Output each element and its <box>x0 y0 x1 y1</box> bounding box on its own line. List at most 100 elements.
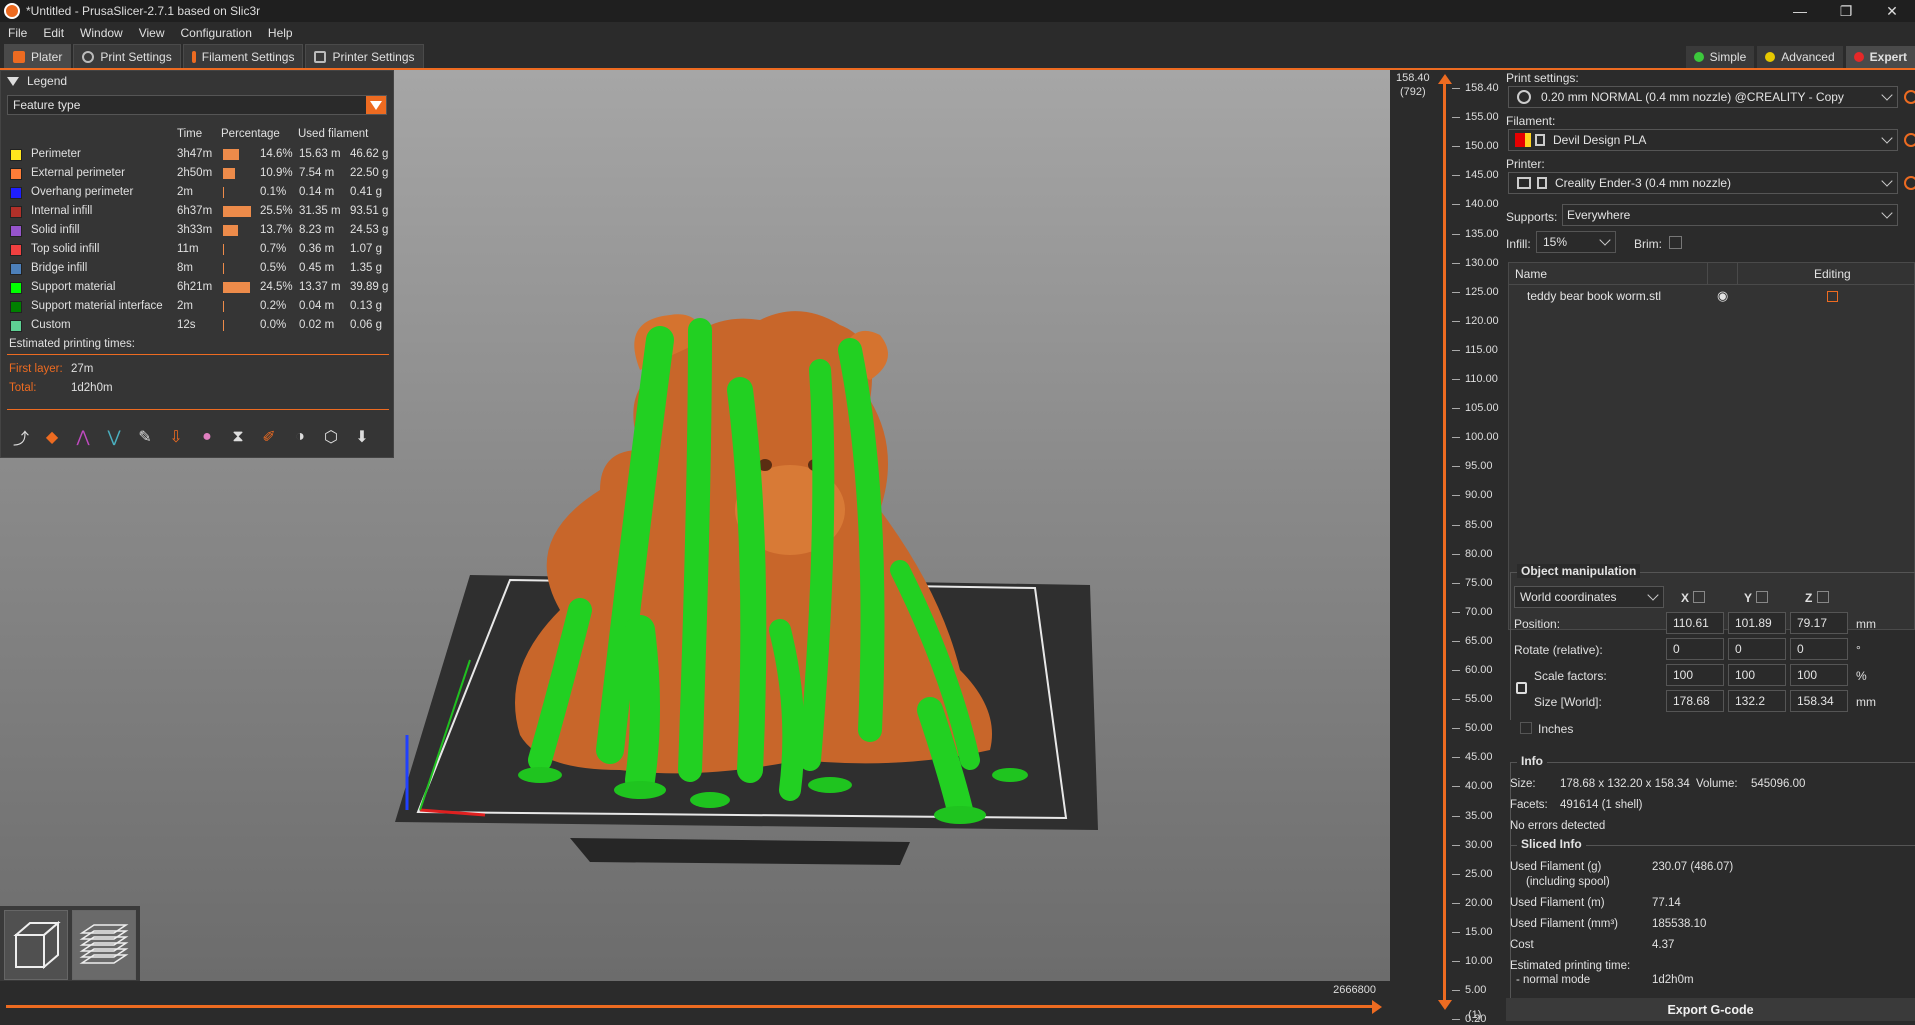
feature-length: 13.37 m <box>299 281 341 293</box>
mode-advanced[interactable]: Advanced <box>1757 46 1843 68</box>
lower-thumb[interactable] <box>1438 1000 1452 1010</box>
upper-thumb[interactable] <box>1438 74 1452 84</box>
rotate-x-input[interactable]: 0 <box>1666 638 1724 660</box>
preview-button[interactable] <box>72 910 136 980</box>
shells-icon[interactable]: ⬡ <box>319 425 343 449</box>
feature-name: Internal infill <box>31 205 93 217</box>
layer-tick-mark <box>1452 553 1460 555</box>
rotate-y-input[interactable]: 0 <box>1728 638 1786 660</box>
supports-combo[interactable]: Everywhere <box>1562 204 1898 226</box>
filament-combo[interactable]: Devil Design PLA <box>1508 129 1898 151</box>
printer-icon <box>314 50 327 63</box>
minimize-icon[interactable]: — <box>1777 0 1823 22</box>
horizontal-slider-thumb[interactable] <box>1372 1000 1382 1014</box>
drop-to-bed-x-icon[interactable] <box>1693 591 1705 603</box>
layer-tick-label: 100.00 <box>1465 431 1499 444</box>
feature-weight: 39.89 g <box>350 281 389 293</box>
size-y-input[interactable]: 132.2 <box>1728 690 1786 712</box>
seams-icon[interactable]: ✎ <box>133 425 157 449</box>
scale-lock-icon[interactable] <box>1516 682 1527 694</box>
position-y-input[interactable]: 101.89 <box>1728 612 1786 634</box>
infill-combo[interactable]: 15% <box>1536 231 1616 253</box>
edit-printer-preset-icon[interactable] <box>1904 176 1915 190</box>
center-of-gravity-icon[interactable]: ◑ <box>288 425 312 449</box>
mode-simple[interactable]: Simple <box>1685 46 1755 68</box>
rotate-z-input[interactable]: 0 <box>1790 638 1848 660</box>
tab-printer-settings[interactable]: Printer Settings <box>305 44 424 68</box>
layer-tick-label: 85.00 <box>1465 518 1493 531</box>
tool-marker-icon[interactable]: ⬇ <box>350 425 374 449</box>
edit-filament-preset-icon[interactable] <box>1904 133 1915 147</box>
edit-object-icon[interactable] <box>1827 290 1838 302</box>
percentage-bar <box>223 263 224 274</box>
tab-filament-settings[interactable]: Filament Settings <box>182 44 304 68</box>
brim-checkbox[interactable] <box>1669 236 1682 249</box>
legend-row[interactable]: Top solid infill 11m 0.7% 0.36 m 1.07 g <box>1 240 395 259</box>
drop-to-bed-y-icon[interactable] <box>1756 591 1768 603</box>
tab-print-settings[interactable]: Print Settings <box>73 44 181 68</box>
legend-row[interactable]: External perimeter 2h50m 10.9% 7.54 m 22.50 … <box>1 164 395 183</box>
retractions-icon[interactable]: ⋀ <box>71 425 95 449</box>
est-time-label: Estimated printing time: <box>1510 960 1631 972</box>
color-changes-icon[interactable]: ● <box>195 425 219 449</box>
travel-toggle-icon[interactable]: ⤴ <box>9 425 33 449</box>
inches-checkbox[interactable] <box>1520 722 1532 734</box>
printer-label: Printer: <box>1506 157 1545 171</box>
size-x-input[interactable]: 178.68 <box>1666 690 1724 712</box>
close-icon[interactable]: ✕ <box>1869 0 1915 22</box>
horizontal-slider-track <box>6 1005 1376 1008</box>
position-unit: mm <box>1856 617 1876 631</box>
feature-percentage: 0.5% <box>260 262 287 274</box>
prusaslicer-logo-icon <box>4 3 20 19</box>
layer-tick-label: 145.00 <box>1465 169 1499 182</box>
position-z-input[interactable]: 79.17 <box>1790 612 1848 634</box>
legend-row[interactable]: Perimeter 3h47m 14.6% 15.63 m 46.62 g <box>1 145 395 164</box>
scale-z-input[interactable]: 100 <box>1790 664 1848 686</box>
tab-plater[interactable]: Plater <box>4 44 72 68</box>
mode-expert[interactable]: Expert <box>1845 46 1915 68</box>
pause-prints-icon[interactable]: ⧗ <box>226 425 250 449</box>
export-gcode-button[interactable]: Export G-code <box>1506 998 1915 1021</box>
printer-combo[interactable]: Creality Ender-3 (0.4 mm nozzle) <box>1508 172 1898 194</box>
tool-changes-icon[interactable]: ⇩ <box>164 425 188 449</box>
drop-to-bed-z-icon[interactable] <box>1817 591 1829 603</box>
feature-percentage: 13.7% <box>260 224 293 236</box>
legend-row[interactable]: Overhang perimeter 2m 0.1% 0.14 m 0.41 g <box>1 183 395 202</box>
position-x-input[interactable]: 110.61 <box>1666 612 1724 634</box>
feature-length: 0.14 m <box>299 186 335 198</box>
legend-row[interactable]: Support material 6h21m 24.5% 13.37 m 39.89 g <box>1 278 395 297</box>
3d-view-button[interactable] <box>4 910 68 980</box>
legend-row[interactable]: Internal infill 6h37m 25.5% 31.35 m 93.51 g <box>1 202 395 221</box>
legend-row[interactable]: Custom 12s 0.0% 0.02 m 0.06 g <box>1 316 395 335</box>
including-spool-label: (including spool) <box>1526 876 1610 888</box>
wipe-toggle-icon[interactable]: ◆ <box>40 425 64 449</box>
legend-row[interactable]: Solid infill 3h33m 13.7% 8.23 m 24.53 g <box>1 221 395 240</box>
restore-icon[interactable]: ❐ <box>1823 0 1869 22</box>
menu-view[interactable]: View <box>131 26 173 40</box>
object-row[interactable]: teddy bear book worm.stl ◉ <box>1509 285 1914 307</box>
edit-print-preset-icon[interactable] <box>1904 90 1915 104</box>
eye-icon[interactable]: ◉ <box>1717 288 1728 304</box>
coordinates-combo[interactable]: World coordinates <box>1514 586 1664 608</box>
used-filament-g-value: 230.07 (486.07) <box>1652 861 1734 873</box>
menu-file[interactable]: File <box>0 26 35 40</box>
menu-configuration[interactable]: Configuration <box>173 26 260 40</box>
layer-tick-label: 25.00 <box>1465 867 1493 880</box>
legend-row[interactable]: Support material interface 2m 0.2% 0.04 m 0.… <box>1 297 395 316</box>
view-type-combo[interactable]: Feature type <box>7 95 387 115</box>
legend-row[interactable]: Bridge infill 8m 0.5% 0.45 m 1.35 g <box>1 259 395 278</box>
scale-x-input[interactable]: 100 <box>1666 664 1724 686</box>
menu-edit[interactable]: Edit <box>35 26 72 40</box>
custom-gcodes-icon[interactable]: ✐ <box>257 425 281 449</box>
tab-bar: Plater Print Settings Filament Settings … <box>0 44 1915 70</box>
scale-y-input[interactable]: 100 <box>1728 664 1786 686</box>
menu-window[interactable]: Window <box>72 26 131 40</box>
menu-help[interactable]: Help <box>260 26 301 40</box>
size-z-input[interactable]: 158.34 <box>1790 690 1848 712</box>
deretractions-icon[interactable]: ⋁ <box>102 425 126 449</box>
vertical-layer-slider[interactable]: 158.40 (792) 158.40 155.00 150.00 145.00 140… <box>1390 70 1506 1025</box>
print-profile-combo[interactable]: 0.20 mm NORMAL (0.4 mm nozzle) @CREALITY… <box>1508 86 1898 108</box>
horizontal-slider[interactable]: 2666800 <box>0 981 1390 1021</box>
feature-percentage: 0.1% <box>260 186 287 198</box>
legend-header[interactable]: Legend <box>1 71 393 91</box>
